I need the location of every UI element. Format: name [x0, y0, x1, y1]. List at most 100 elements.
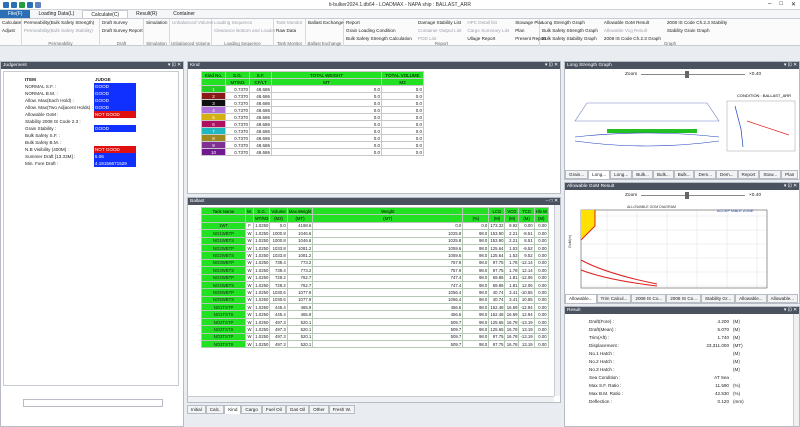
- ballast-cell[interactable]: 509.7: [312, 340, 464, 349]
- ballast-row[interactable]: NO1TSTS W 1.0250 445.4 465.9 456.6 98.0 152.48 1…: [201, 310, 549, 319]
- ballast-row[interactable]: NO5WBTS W 1.0250 1030.6 1077.9 1056.4 98.0 40.7…: [201, 295, 549, 305]
- bottom-tab[interactable]: Initial: [187, 405, 206, 414]
- long-strength-tab[interactable]: Bulk...: [652, 170, 674, 179]
- ballast-row[interactable]: NO5WBTP W 1.0250 1030.6 1077.9 1056.4 98.0 40.7…: [201, 288, 549, 297]
- long-strength-tab[interactable]: Report: [737, 170, 760, 179]
- kind-row[interactable]: 7 0.7370 48.686 0.0 0.0: [201, 127, 424, 135]
- ballast-row[interactable]: NO4WBTS W 1.0250 729.2 762.7 747.4 98.0 69.86 1.…: [201, 280, 549, 290]
- is-code-stability-button[interactable]: 2008 IS Code Ch.2.3 Stability: [667, 20, 727, 26]
- long-strength-graph-button[interactable]: Long Strength Graph: [542, 20, 598, 26]
- ballast-cell[interactable]: 1056.4: [312, 295, 464, 305]
- tank-name-cell[interactable]: NO5WBTP: [201, 288, 246, 297]
- long-strength-tab[interactable]: Long...: [588, 170, 611, 179]
- tab-file[interactable]: File(F): [0, 10, 31, 18]
- bottom-tab[interactable]: Other: [309, 405, 329, 414]
- tank-name-cell[interactable]: NO3TSTS: [201, 340, 246, 349]
- ballast-row[interactable]: NO3WBTS W 1.0250 739.4 773.2 757.9 98.0 97.75 1.…: [201, 266, 549, 275]
- panel-controls-icon[interactable]: ▾ ⊡ ✕: [168, 62, 181, 69]
- tank-name-cell[interactable]: NO2TSTS: [201, 325, 246, 334]
- gom-panel-controls-icon[interactable]: ▾ ⊡ ✕: [784, 183, 797, 190]
- tab-container[interactable]: Container: [165, 10, 203, 18]
- ballast-cell[interactable]: 509.7: [312, 317, 464, 327]
- kind-row[interactable]: 9 0.7370 48.686 0.0 0.0: [201, 141, 424, 149]
- kind-row[interactable]: 5 0.7370 48.686 0.0 0.0: [201, 113, 424, 121]
- ballast-cell[interactable]: 1025.8: [312, 229, 464, 238]
- ballast-cell[interactable]: 98.0: [462, 243, 490, 253]
- tab-result[interactable]: Result(R): [128, 10, 165, 18]
- long-strength-tab[interactable]: Grain...: [565, 170, 589, 179]
- container-output-button[interactable]: Container Output List: [418, 28, 461, 34]
- ballast-cell[interactable]: 0.0: [312, 221, 464, 231]
- ballast-cell[interactable]: 98.0: [462, 229, 490, 238]
- ballast-cell[interactable]: 1025.8: [312, 236, 464, 245]
- kind-row[interactable]: 4 0.7370 48.686 0.0 0.0: [201, 106, 424, 114]
- ballast-row[interactable]: NO3TSTS W 1.0250 497.3 520.1 509.7 98.0 97.75 16…: [201, 340, 549, 349]
- ballast-row[interactable]: NO4WBTP W 1.0250 729.2 762.7 747.4 98.0 69.86 1.…: [201, 273, 549, 282]
- unbalanced-volume-button[interactable]: Unbalanced Volume: [172, 20, 213, 26]
- ballast-row[interactable]: NO2WBTP W 1.0250 1033.8 1081.2 1059.6 98.0 125.…: [201, 243, 549, 253]
- adjust-button[interactable]: Adjust: [2, 28, 19, 34]
- draft-survey-button[interactable]: Draft Survey: [102, 20, 141, 26]
- ballast-vertical-scrollbar[interactable]: [554, 205, 560, 396]
- long-zoom-thumb[interactable]: [685, 71, 689, 78]
- calculate-button[interactable]: Calculate: [2, 20, 21, 26]
- gom-tab[interactable]: 2008 IS Co...: [666, 294, 702, 303]
- ballast-row[interactable]: NO2TSTP W 1.0250 497.3 520.1 509.7 98.0 125.65 1…: [201, 317, 549, 327]
- ballast-row[interactable]: NO1TSTP W 1.0250 445.4 465.9 456.6 98.0 152.48 1…: [201, 303, 549, 312]
- maximize-icon[interactable]: □: [779, 1, 783, 8]
- long-strength-tab[interactable]: Bulk...: [673, 170, 695, 179]
- ballast-cell[interactable]: 456.6: [312, 303, 464, 312]
- long-strength-tab[interactable]: Dem...: [694, 170, 717, 179]
- kind-row[interactable]: 1 0.7370 48.686 0.0 0.0: [201, 85, 424, 93]
- long-strength-tab[interactable]: Stow...: [759, 170, 782, 179]
- bottom-tab[interactable]: Fuel Oil: [261, 405, 286, 414]
- grain-loading-button[interactable]: Grain Loading Condition: [346, 28, 412, 34]
- ballast-row[interactable]: NO2TSTS W 1.0250 497.3 520.1 509.7 98.0 125.65 1…: [201, 325, 549, 334]
- cargo-summary-button[interactable]: Cargo Summary List: [467, 28, 509, 34]
- tank-monitor-button[interactable]: Tank Monitor: [276, 20, 303, 26]
- tank-name-cell[interactable]: NO4WBTS: [201, 280, 246, 290]
- kind-row[interactable]: 3 0.7370 48.686 0.0 0.0: [201, 99, 424, 107]
- ballast-cell[interactable]: 98.0: [462, 236, 490, 245]
- allowable-gom-result-button[interactable]: Allowable GoM Result: [604, 20, 661, 26]
- hpc-detail-button[interactable]: HPC Detail list: [467, 20, 509, 26]
- tank-name-cell[interactable]: NO3WBTP: [201, 258, 246, 268]
- long-strength-tab[interactable]: Bulk...: [632, 170, 653, 179]
- kind-row[interactable]: 8 0.7370 48.686 0.0 0.0: [201, 134, 424, 142]
- kind-row[interactable]: 6 0.7370 48.686 0.0 0.0: [201, 120, 424, 128]
- ballast-row[interactable]: NO1WBTS W 1.0250 1000.8 1046.6 1025.8 98.0 153.…: [201, 236, 549, 245]
- close-icon[interactable]: ✕: [791, 1, 796, 8]
- tank-name-cell[interactable]: NO2WBTP: [201, 243, 246, 253]
- bottom-tab[interactable]: Kind: [224, 405, 242, 414]
- kind-row[interactable]: 10 0.7370 48.686 0.0 0.0: [201, 148, 424, 156]
- tank-name-cell[interactable]: NO1WBTS: [201, 236, 246, 245]
- ballast-row[interactable]: NO2WBTS W 1.0250 1033.8 1081.2 1059.6 98.0 125.…: [201, 251, 549, 260]
- clearance-button[interactable]: Clearance Bottom and Loader: [214, 28, 275, 34]
- tank-name-cell[interactable]: 1WT: [201, 221, 246, 231]
- ballast-horizontal-scrollbar[interactable]: [188, 396, 554, 402]
- gom-tab[interactable]: Allowable...: [565, 294, 597, 303]
- ballast-cell[interactable]: 757.9: [312, 266, 464, 275]
- loading-sequence-button[interactable]: Loading Sequence: [214, 20, 271, 26]
- tank-name-cell[interactable]: NO1WBTP: [201, 229, 246, 238]
- tank-name-cell[interactable]: NO2WBTS: [201, 251, 246, 260]
- bulk-strength-graph-button[interactable]: Bulk Safety Strength Graph: [542, 28, 598, 34]
- gom-tab[interactable]: Allowable...: [735, 294, 767, 303]
- ballast-cell[interactable]: 456.6: [312, 310, 464, 319]
- long-strength-tab[interactable]: Dem...: [716, 170, 738, 179]
- ballast-cell[interactable]: 747.4: [312, 280, 464, 290]
- ballast-cell[interactable]: 0.0: [462, 221, 490, 231]
- bottom-tab[interactable]: Cargo: [241, 405, 262, 414]
- ballast-cell[interactable]: 98.0: [462, 310, 490, 319]
- long-panel-controls-icon[interactable]: ▾ ⊡ ✕: [784, 62, 797, 69]
- tank-name-cell[interactable]: NO4WBTP: [201, 273, 246, 282]
- tank-name-cell[interactable]: NO1TSTS: [201, 310, 246, 319]
- kind-row[interactable]: 2 0.7370 48.686 0.0 0.0: [201, 92, 424, 100]
- ballast-cell[interactable]: 98.0: [462, 303, 490, 312]
- ballast-cell[interactable]: 1059.6: [312, 251, 464, 260]
- ballast-cell[interactable]: 98.0: [462, 273, 490, 282]
- perm-strength-button[interactable]: Permeability(Bulk Safety Strength): [24, 20, 97, 26]
- ballast-exchange-button[interactable]: Ballast Exchange: [308, 20, 344, 26]
- tank-name-cell[interactable]: NO3TSTP: [201, 332, 246, 342]
- ballast-cell[interactable]: 98.0: [462, 280, 490, 290]
